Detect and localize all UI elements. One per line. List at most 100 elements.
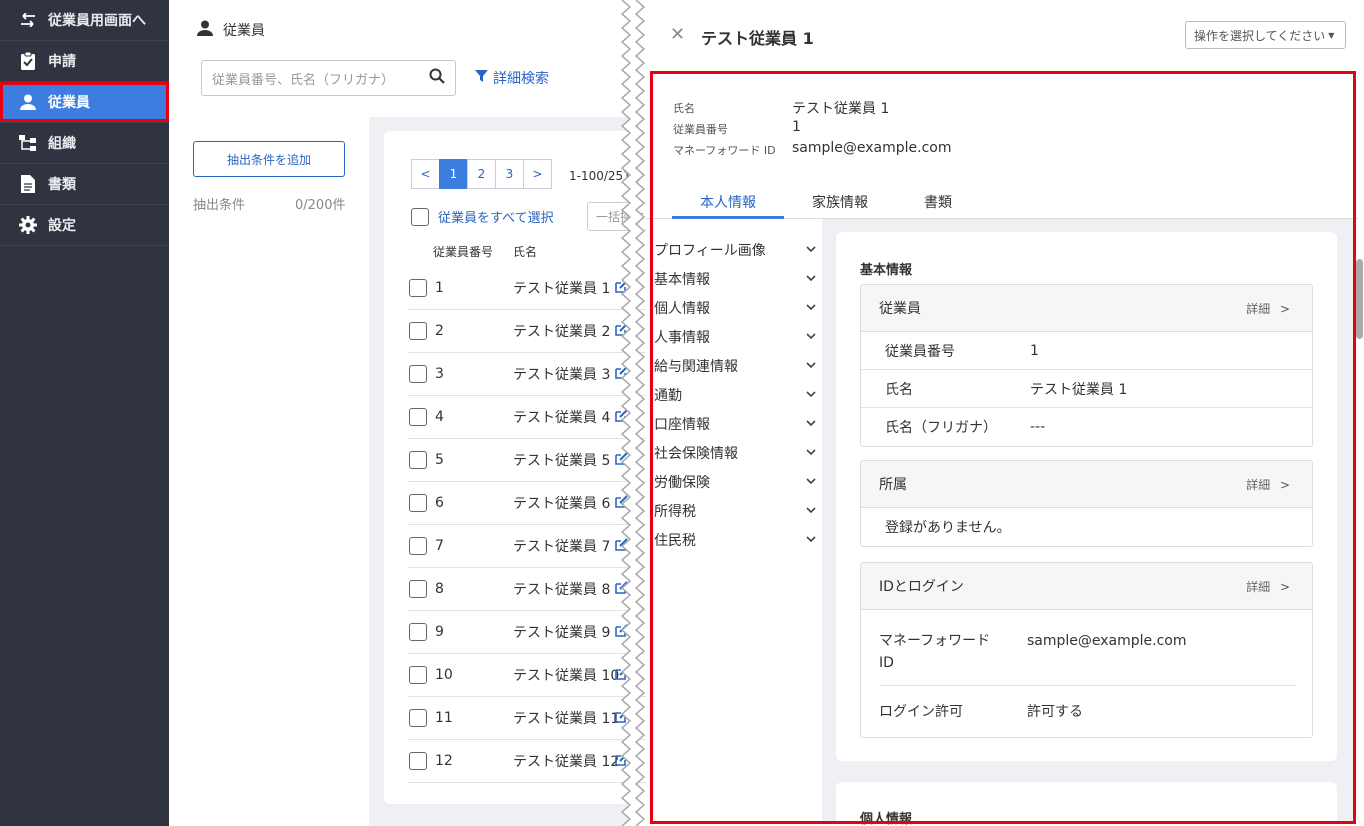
close-icon[interactable]: ✕ bbox=[670, 24, 685, 45]
sidebar-item-organization[interactable]: 組織 bbox=[0, 123, 169, 164]
chevron-down-icon bbox=[806, 243, 816, 256]
row-checkbox[interactable] bbox=[409, 451, 427, 469]
person-icon bbox=[197, 20, 213, 40]
operation-select[interactable]: 操作を選択してください ▼ bbox=[1185, 21, 1346, 49]
chevron-down-icon bbox=[806, 504, 816, 517]
section-nav-item[interactable]: 基本情報 bbox=[654, 264, 816, 293]
section-nav-item[interactable]: 人事情報 bbox=[654, 322, 816, 351]
row-checkbox[interactable] bbox=[409, 666, 427, 684]
row-checkbox[interactable] bbox=[409, 537, 427, 555]
pager-page-2[interactable]: 2 bbox=[467, 159, 496, 189]
row-name[interactable]: テスト従業員 3 bbox=[513, 364, 610, 384]
section-nav-item[interactable]: 給与関連情報 bbox=[654, 351, 816, 380]
row-name[interactable]: テスト従業員 9 bbox=[513, 622, 610, 642]
tab-documents[interactable]: 書類 bbox=[924, 192, 952, 219]
row-checkbox[interactable] bbox=[409, 365, 427, 383]
mf-id-label-line2: ID bbox=[879, 655, 894, 671]
scrollbar-thumb[interactable] bbox=[1356, 259, 1363, 339]
row-checkbox[interactable] bbox=[409, 322, 427, 340]
row-name[interactable]: テスト従業員 1 bbox=[513, 278, 610, 298]
pager-next[interactable]: > bbox=[523, 159, 552, 189]
add-condition-button[interactable]: 抽出条件を追加 bbox=[193, 141, 345, 177]
section-nav-label: 所得税 bbox=[654, 503, 696, 520]
table-row[interactable]: 12 テスト従業員 12 bbox=[408, 740, 648, 783]
row-number: 12 bbox=[435, 753, 453, 769]
pager-page-3[interactable]: 3 bbox=[495, 159, 524, 189]
table-row[interactable]: 3 テスト従業員 3 bbox=[408, 353, 648, 396]
sidebar-item-requests[interactable]: 申請 bbox=[0, 41, 169, 82]
pager-page-1[interactable]: 1 bbox=[439, 159, 468, 189]
row-name[interactable]: テスト従業員 8 bbox=[513, 579, 610, 599]
table-row[interactable]: 6 テスト従業員 6 bbox=[408, 482, 648, 525]
person-icon bbox=[18, 92, 38, 112]
scrollbar[interactable] bbox=[1355, 219, 1364, 826]
row-checkbox[interactable] bbox=[409, 623, 427, 641]
section-nav-item[interactable]: 社会保険情報 bbox=[654, 438, 816, 467]
employee-detail-link[interactable]: 詳細 > bbox=[1246, 300, 1290, 317]
tab-personal-info[interactable]: 本人情報 bbox=[672, 192, 784, 219]
sidebar-item-employees[interactable]: 従業員 bbox=[0, 82, 169, 123]
row-name[interactable]: テスト従業員 10 bbox=[513, 665, 619, 685]
advanced-search-link[interactable]: 詳細検索 bbox=[475, 68, 549, 88]
swap-arrows-icon bbox=[18, 10, 38, 30]
table-row[interactable]: 7 テスト従業員 7 bbox=[408, 525, 648, 568]
condition-count: 0/200件 bbox=[295, 198, 346, 213]
field-row: 氏名 テスト従業員 1 bbox=[861, 370, 1312, 408]
row-checkbox[interactable] bbox=[409, 752, 427, 770]
login-detail-link[interactable]: 詳細 > bbox=[1246, 578, 1290, 595]
search-input[interactable]: 従業員番号、氏名（フリガナ） bbox=[201, 60, 456, 96]
section-nav-item[interactable]: 口座情報 bbox=[654, 409, 816, 438]
row-name[interactable]: テスト従業員 4 bbox=[513, 407, 610, 427]
clipboard-check-icon bbox=[18, 51, 38, 71]
section-nav-item[interactable]: 個人情報 bbox=[654, 293, 816, 322]
column-header-number[interactable]: 従業員番号 bbox=[433, 243, 493, 260]
row-name[interactable]: テスト従業員 7 bbox=[513, 536, 610, 556]
sidebar-item-documents[interactable]: 書類 bbox=[0, 164, 169, 205]
row-checkbox[interactable] bbox=[409, 709, 427, 727]
filter-panel: 抽出条件を追加 抽出条件 0/200件 bbox=[169, 117, 369, 826]
row-name[interactable]: テスト従業員 12 bbox=[513, 751, 619, 771]
sidebar-item-settings[interactable]: 設定 bbox=[0, 205, 169, 246]
search-icon[interactable] bbox=[429, 68, 445, 88]
mf-id-label: マネーフォワード ID bbox=[879, 630, 990, 674]
table-row[interactable]: 2 テスト従業員 2 bbox=[408, 310, 648, 353]
divider bbox=[879, 685, 1296, 686]
table-row[interactable]: 1 テスト従業員 1 bbox=[408, 267, 648, 310]
filter-icon bbox=[475, 69, 488, 87]
row-checkbox[interactable] bbox=[409, 494, 427, 512]
row-checkbox[interactable] bbox=[409, 279, 427, 297]
caret-down-icon: ▼ bbox=[1328, 30, 1335, 40]
section-nav-item[interactable]: 労働保険 bbox=[654, 467, 816, 496]
section-nav-item[interactable]: プロフィール画像 bbox=[654, 235, 816, 264]
page-title: 従業員 bbox=[197, 20, 265, 40]
sidebar-item-label: 申請 bbox=[48, 54, 76, 70]
row-name[interactable]: テスト従業員 6 bbox=[513, 493, 610, 513]
select-all-checkbox[interactable] bbox=[411, 207, 429, 226]
section-nav-item[interactable]: 所得税 bbox=[654, 496, 816, 525]
row-checkbox[interactable] bbox=[409, 580, 427, 598]
table-row[interactable]: 5 テスト従業員 5 bbox=[408, 439, 648, 482]
sidebar-item-employee-view[interactable]: 従業員用画面へ bbox=[0, 0, 169, 41]
row-name[interactable]: テスト従業員 5 bbox=[513, 450, 610, 470]
field-row: 氏名（フリガナ） --- bbox=[861, 408, 1312, 446]
row-number: 3 bbox=[435, 366, 444, 382]
table-row[interactable]: 4 テスト従業員 4 bbox=[408, 396, 648, 439]
select-all[interactable]: 従業員をすべて選択 bbox=[411, 207, 554, 226]
chevron-down-icon bbox=[806, 446, 816, 459]
table-row[interactable]: 11 テスト従業員 11 bbox=[408, 697, 648, 740]
table-row[interactable]: 9 テスト従業員 9 bbox=[408, 611, 648, 654]
tab-family-info[interactable]: 家族情報 bbox=[812, 192, 868, 219]
column-header-name[interactable]: 氏名 bbox=[513, 243, 537, 260]
table-row[interactable]: 10 テスト従業員 10 bbox=[408, 654, 648, 697]
section-nav-item[interactable]: 住民税 bbox=[654, 525, 816, 554]
info-value-mfid: sample@example.com bbox=[792, 140, 952, 156]
affiliation-detail-link[interactable]: 詳細 > bbox=[1246, 476, 1290, 493]
pager-prev[interactable]: < bbox=[411, 159, 440, 189]
row-name[interactable]: テスト従業員 2 bbox=[513, 321, 610, 341]
section-nav-item[interactable]: 通勤 bbox=[654, 380, 816, 409]
row-checkbox[interactable] bbox=[409, 408, 427, 426]
employee-section-title: 従業員 bbox=[879, 301, 921, 317]
chevron-down-icon bbox=[806, 417, 816, 430]
row-name[interactable]: テスト従業員 11 bbox=[513, 708, 619, 728]
table-row[interactable]: 8 テスト従業員 8 bbox=[408, 568, 648, 611]
